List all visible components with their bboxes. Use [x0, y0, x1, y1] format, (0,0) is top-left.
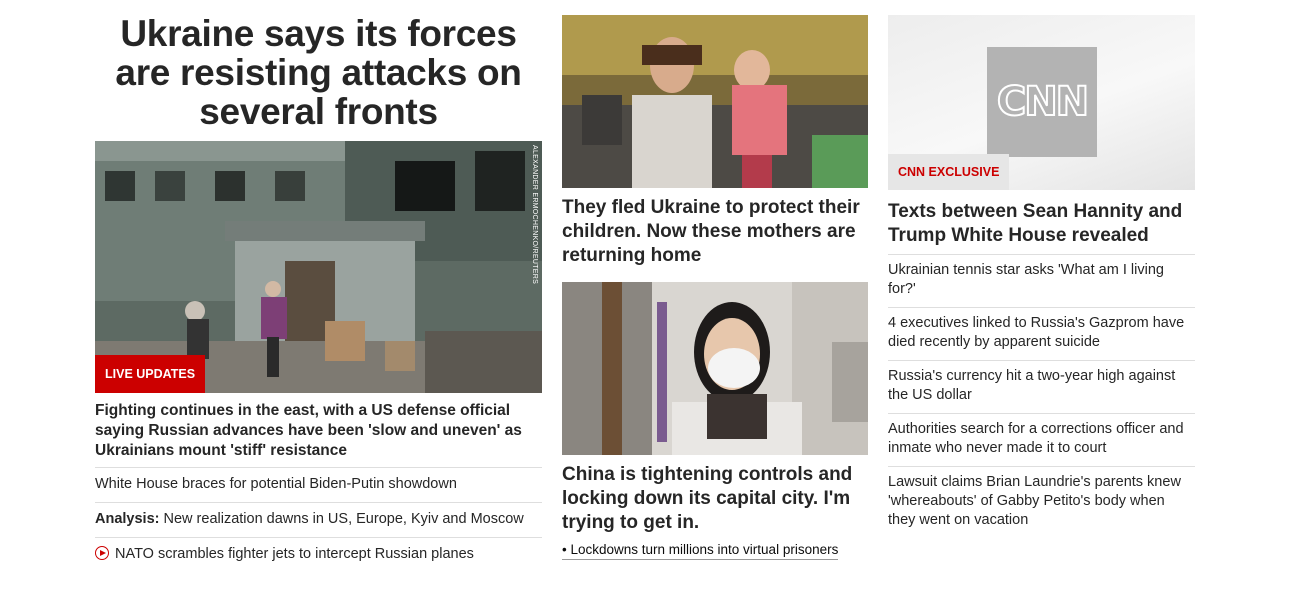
hannity-story-title[interactable]: Texts between Sean Hannity and Trump Whi… — [888, 200, 1195, 248]
mother-child-photo — [562, 15, 868, 188]
list-item[interactable]: NATO scrambles fighter jets to intercept… — [95, 537, 542, 572]
cnn-exclusive-image[interactable]: CNN CNN EXCLUSIVE — [888, 15, 1195, 190]
tertiary-column: CNN CNN EXCLUSIVE Texts between Sean Han… — [888, 0, 1195, 538]
list-item[interactable]: White House braces for potential Biden-P… — [95, 467, 542, 502]
story-link[interactable]: Lawsuit claims Brian Laundrie's parents … — [888, 474, 1181, 528]
cnn-logo-tile: CNN — [987, 47, 1097, 157]
list-item[interactable]: Ukrainian tennis star asks 'What am I li… — [888, 254, 1195, 307]
story-link[interactable]: Ukrainian tennis star asks 'What am I li… — [888, 262, 1164, 297]
cnn-logo-icon: CNN — [996, 78, 1090, 126]
photo-credit: ALEXANDER ERMOCHENKO/REUTERS — [531, 145, 538, 285]
secondary-column: They fled Ukraine to protect their child… — [562, 0, 868, 560]
list-item[interactable]: Russia's currency hit a two-year high ag… — [888, 360, 1195, 413]
story-link[interactable]: Russia's currency hit a two-year high ag… — [888, 368, 1175, 403]
related-link[interactable]: New realization dawns in US, Europe, Kyi… — [159, 511, 524, 527]
china-story-title[interactable]: China is tightening controls and locking… — [562, 463, 868, 535]
woman-mask-photo — [562, 282, 868, 455]
cnn-exclusive-badge: CNN EXCLUSIVE — [888, 154, 1010, 190]
list-item[interactable]: Analysis: New realization dawns in US, E… — [95, 502, 542, 537]
lead-story-title[interactable]: Fighting continues in the east, with a U… — [95, 401, 542, 461]
related-link[interactable]: White House braces for potential Biden-P… — [95, 476, 457, 492]
lockdowns-link[interactable]: • Lockdowns turn millions into virtual p… — [562, 542, 839, 560]
lead-column: Ukraine says its forces are resisting at… — [95, 0, 542, 572]
list-item[interactable]: Lawsuit claims Brian Laundrie's parents … — [888, 466, 1195, 538]
story-link[interactable]: 4 executives linked to Russia's Gazprom … — [888, 315, 1184, 350]
lead-headline[interactable]: Ukraine says its forces are resisting at… — [95, 14, 542, 131]
analysis-label: Analysis: — [95, 511, 160, 527]
mothers-story-title[interactable]: They fled Ukraine to protect their child… — [562, 196, 868, 268]
story-link[interactable]: Authorities search for a corrections off… — [888, 421, 1184, 456]
related-link[interactable]: NATO scrambles fighter jets to intercept… — [115, 546, 474, 562]
china-story-image[interactable] — [562, 282, 868, 455]
mothers-story-image[interactable] — [562, 15, 868, 188]
live-updates-badge: LIVE UPDATES — [95, 355, 206, 393]
lead-story-image[interactable]: ALEXANDER ERMOCHENKO/REUTERS LIVE UPDATE… — [95, 141, 542, 393]
list-item[interactable]: 4 executives linked to Russia's Gazprom … — [888, 307, 1195, 360]
lead-related-links: White House braces for potential Biden-P… — [95, 467, 542, 572]
top-stories-list: Ukrainian tennis star asks 'What am I li… — [888, 254, 1195, 538]
list-item[interactable]: Authorities search for a corrections off… — [888, 413, 1195, 466]
play-video-icon — [95, 546, 109, 560]
